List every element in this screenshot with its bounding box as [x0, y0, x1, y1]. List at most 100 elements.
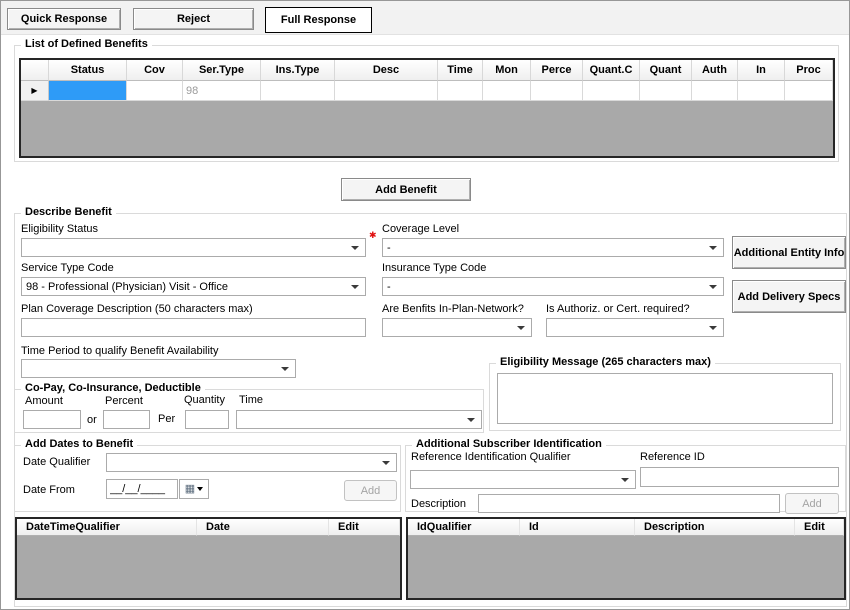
cell-quant[interactable] — [640, 81, 692, 101]
amount-input[interactable] — [23, 410, 81, 429]
insurance-type-code-label: Insurance Type Code — [382, 262, 486, 274]
service-type-code-label: Service Type Code — [21, 262, 114, 274]
add-benefit-button[interactable]: Add Benefit — [341, 178, 471, 201]
percent-input[interactable] — [103, 410, 150, 429]
cell-cov[interactable] — [127, 81, 183, 101]
cell-auth[interactable] — [692, 81, 738, 101]
description-label: Description — [411, 498, 466, 510]
column-header-mon[interactable]: Mon — [483, 60, 531, 81]
percent-label: Percent — [105, 395, 143, 407]
quantity-input[interactable] — [185, 410, 229, 429]
column-header-date[interactable]: Date — [197, 519, 329, 536]
plan-coverage-description-input[interactable] — [21, 318, 366, 337]
cell-quant-c[interactable] — [583, 81, 640, 101]
add-dates-group-title: Add Dates to Benefit — [21, 438, 137, 450]
reference-qualifier-select[interactable] — [410, 470, 636, 489]
plan-coverage-description-label: Plan Coverage Description (50 characters… — [21, 303, 253, 315]
column-header-rowselector[interactable] — [21, 60, 49, 81]
cell-status selected-cell[interactable] — [49, 81, 127, 101]
add-delivery-specs-label: Add Delivery Specs — [738, 291, 841, 303]
add-date-button[interactable]: Add — [344, 480, 397, 501]
chevron-down-icon — [467, 418, 475, 422]
tab-full-response[interactable]: Full Response — [265, 7, 372, 33]
chevron-down-icon — [709, 326, 717, 330]
tab-full-response-label: Full Response — [281, 14, 356, 26]
insurance-type-code-select[interactable]: - — [382, 277, 724, 296]
column-header-idqualifier[interactable]: IdQualifier — [408, 519, 520, 536]
reference-id-input[interactable] — [640, 467, 839, 487]
cell-in[interactable] — [738, 81, 785, 101]
add-delivery-specs-button[interactable]: Add Delivery Specs — [732, 280, 846, 313]
chevron-down-icon — [382, 461, 390, 465]
full-response-window: Quick Response Reject Full Response List… — [0, 0, 850, 610]
reference-qualifier-label: Reference Identification Qualifier — [411, 451, 571, 463]
description-input[interactable] — [478, 494, 780, 513]
additional-subscriber-title: Additional Subscriber Identification — [412, 438, 606, 450]
column-header-datetimequalifier[interactable]: DateTimeQualifier — [17, 519, 197, 536]
column-header-edit[interactable]: Edit — [795, 519, 844, 536]
coverage-level-select[interactable]: - — [382, 238, 724, 257]
copay-group-title: Co-Pay, Co-Insurance, Deductible — [21, 382, 205, 394]
column-header-edit[interactable]: Edit — [329, 519, 400, 536]
column-header-cov[interactable]: Cov — [127, 60, 183, 81]
cell-desc[interactable] — [335, 81, 438, 101]
column-header-quant-c[interactable]: Quant.C — [583, 60, 640, 81]
date-picker-button[interactable]: ▦ — [179, 479, 209, 499]
column-header-ins-type[interactable]: Ins.Type — [261, 60, 335, 81]
or-label: or — [87, 414, 97, 426]
cell-time[interactable] — [438, 81, 483, 101]
dates-grid: DateTimeQualifier Date Edit — [15, 517, 402, 600]
additional-entity-info-button[interactable]: Additional Entity Info — [732, 236, 846, 269]
cell-perce[interactable] — [531, 81, 583, 101]
tab-bar — [1, 1, 849, 35]
benefits-list-group-title: List of Defined Benefits — [21, 38, 152, 50]
column-header-proc[interactable]: Proc — [785, 60, 833, 81]
tab-quick-response[interactable]: Quick Response — [7, 8, 121, 30]
column-header-description[interactable]: Description — [635, 519, 795, 536]
tab-reject[interactable]: Reject — [133, 8, 254, 30]
row-selector[interactable]: ▶ — [21, 81, 49, 101]
eligibility-status-select[interactable] — [21, 238, 366, 257]
cell-ins-type[interactable] — [261, 81, 335, 101]
benefits-grid: Status Cov Ser.Type Ins.Type Desc Time M… — [19, 58, 835, 158]
eligibility-message-title: Eligibility Message (265 characters max) — [496, 356, 715, 368]
service-type-code-value: 98 - Professional (Physician) Visit - Of… — [26, 281, 228, 293]
cell-ser-type[interactable]: 98 — [183, 81, 261, 101]
column-header-perce[interactable]: Perce — [531, 60, 583, 81]
eligibility-message-textarea[interactable] — [497, 373, 833, 424]
column-header-in[interactable]: In — [738, 60, 785, 81]
cell-proc[interactable] — [785, 81, 833, 101]
column-header-status[interactable]: Status — [49, 60, 127, 81]
date-from-input[interactable] — [106, 479, 178, 499]
service-type-code-select[interactable]: 98 - Professional (Physician) Visit - Of… — [21, 277, 366, 296]
column-header-auth[interactable]: Auth — [692, 60, 738, 81]
additional-entity-info-label: Additional Entity Info — [734, 247, 845, 259]
date-qualifier-label: Date Qualifier — [23, 456, 90, 468]
authorization-required-select[interactable] — [546, 318, 724, 337]
column-header-ser-type[interactable]: Ser.Type — [183, 60, 261, 81]
in-plan-network-select[interactable] — [382, 318, 532, 337]
time-period-label: Time Period to qualify Benefit Availabil… — [21, 345, 219, 357]
add-subscriber-id-button-label: Add — [802, 498, 822, 510]
quantity-label: Quantity — [184, 394, 225, 406]
copay-time-select[interactable] — [236, 410, 482, 429]
chevron-down-icon — [517, 326, 525, 330]
add-date-button-label: Add — [361, 485, 381, 497]
column-header-desc[interactable]: Desc — [335, 60, 438, 81]
column-header-time[interactable]: Time — [438, 60, 483, 81]
per-label: Per — [158, 413, 175, 425]
ids-grid-header: IdQualifier Id Description Edit — [408, 519, 844, 536]
time-period-select[interactable] — [21, 359, 296, 378]
dates-grid-header: DateTimeQualifier Date Edit — [17, 519, 400, 536]
column-header-quant[interactable]: Quant — [640, 60, 692, 81]
chevron-down-icon — [351, 246, 359, 250]
add-subscriber-id-button[interactable]: Add — [785, 493, 839, 514]
date-qualifier-select[interactable] — [106, 453, 397, 472]
coverage-level-label: Coverage Level — [382, 223, 459, 235]
cell-mon[interactable] — [483, 81, 531, 101]
eligibility-status-label: Eligibility Status — [21, 223, 98, 235]
column-header-id[interactable]: Id — [520, 519, 635, 536]
chevron-down-icon — [281, 367, 289, 371]
chevron-down-icon — [709, 246, 717, 250]
table-row: ▶ 98 — [21, 81, 833, 101]
